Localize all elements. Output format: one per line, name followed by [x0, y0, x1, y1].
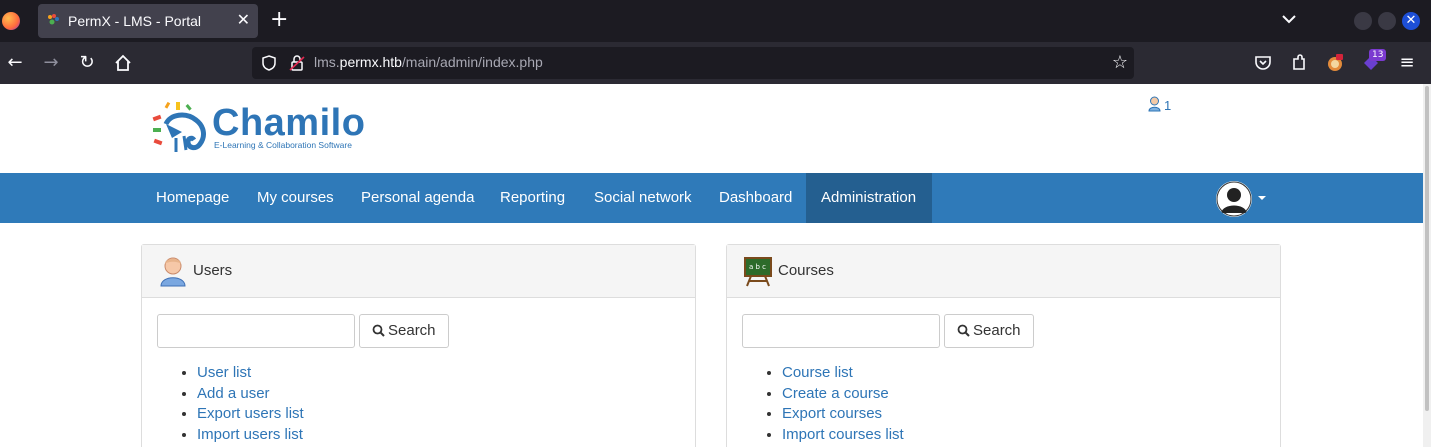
window-close-icon[interactable]: ✕	[1402, 12, 1420, 30]
pocket-icon[interactable]	[1253, 53, 1273, 73]
export-courses-link[interactable]: Export courses	[782, 405, 882, 422]
courses-search-button[interactable]: Search	[944, 314, 1034, 348]
menu-icon[interactable]: ≡	[1397, 53, 1417, 73]
search-icon	[372, 324, 385, 337]
home-icon[interactable]	[113, 53, 133, 73]
maximize-icon[interactable]	[1378, 12, 1396, 30]
insecure-lock-icon[interactable]	[288, 54, 306, 72]
url-text[interactable]: lms.permx.htb/main/admin/index.php	[314, 54, 543, 70]
nav-administration[interactable]: Administration	[806, 173, 932, 223]
courses-panel: a b c Courses Search Course list Create …	[726, 244, 1281, 447]
user-avatar[interactable]	[1216, 181, 1252, 217]
user-list-link[interactable]: User list	[197, 364, 251, 381]
users-panel-header: Users	[142, 245, 695, 298]
course-list-link[interactable]: Course list	[782, 364, 853, 381]
list-item: Import users list	[197, 425, 304, 446]
browser-toolbar: ← → ↻ lms.permx.htb/main/admin/index.php…	[0, 42, 1431, 84]
list-item: Course list	[782, 363, 904, 384]
list-item: Import courses list	[782, 425, 904, 446]
extensions-icon[interactable]	[1289, 53, 1309, 73]
nav-reporting[interactable]: Reporting	[485, 173, 580, 223]
chamilo-favicon-icon	[48, 14, 59, 25]
page-scrollbar[interactable]	[1423, 84, 1431, 447]
tab-title: PermX - LMS - Portal	[68, 13, 202, 29]
user-menu-caret-icon[interactable]	[1258, 196, 1266, 200]
list-item: Export users list	[197, 404, 304, 425]
bookmark-star-icon[interactable]: ☆	[1112, 52, 1128, 73]
url-host: permx.htb	[339, 54, 402, 70]
foxyproxy-icon[interactable]	[1325, 53, 1345, 73]
users-search-button[interactable]: Search	[359, 314, 449, 348]
nav-dashboard[interactable]: Dashboard	[704, 173, 807, 223]
create-course-link[interactable]: Create a course	[782, 385, 889, 402]
courses-panel-header: a b c Courses	[727, 245, 1280, 298]
users-links: User list Add a user Export users list I…	[197, 363, 304, 445]
courses-blackboard-icon: a b c	[744, 257, 772, 287]
users-search-input[interactable]	[157, 314, 355, 348]
list-item: Create a course	[782, 384, 904, 405]
list-item: Add a user	[197, 384, 304, 405]
notification-count: 1	[1164, 98, 1172, 113]
browser-tab-bar: PermX - LMS - Portal ✕ + ✕	[0, 0, 1431, 42]
courses-links: Course list Create a course Export cours…	[782, 363, 904, 445]
url-bar[interactable]: lms.permx.htb/main/admin/index.php ☆	[252, 47, 1134, 79]
list-all-tabs-icon[interactable]	[1280, 10, 1298, 28]
url-prefix: lms.	[314, 54, 340, 70]
new-tab-button[interactable]: +	[270, 8, 288, 32]
courses-panel-title: Courses	[778, 262, 834, 279]
users-search-label: Search	[388, 322, 436, 339]
export-users-link[interactable]: Export users list	[197, 405, 304, 422]
users-icon	[160, 257, 186, 287]
main-navigation: Homepage My courses Personal agenda Repo…	[0, 173, 1423, 223]
minimize-icon[interactable]	[1354, 12, 1372, 30]
chamilo-logo[interactable]: Chamilo E-Learning & Collaboration Softw…	[152, 102, 382, 156]
nav-personal-agenda[interactable]: Personal agenda	[346, 173, 489, 223]
users-panel: Users Search User list Add a user Export…	[141, 244, 696, 447]
forward-icon[interactable]: →	[41, 53, 61, 73]
url-path: /main/admin/index.php	[401, 54, 543, 70]
users-panel-title: Users	[193, 262, 233, 279]
back-icon[interactable]: ←	[5, 53, 25, 73]
close-tab-icon[interactable]: ✕	[237, 10, 250, 29]
reload-icon[interactable]: ↻	[77, 53, 97, 73]
user-notification-icon	[1148, 96, 1161, 112]
courses-search-input[interactable]	[742, 314, 940, 348]
browser-tab[interactable]: PermX - LMS - Portal ✕	[38, 4, 258, 38]
courses-search-label: Search	[973, 322, 1021, 339]
search-icon	[957, 324, 970, 337]
nav-my-courses[interactable]: My courses	[242, 173, 349, 223]
extension-badge: 13	[1369, 49, 1387, 61]
import-users-link[interactable]: Import users list	[197, 426, 303, 443]
user-avatar-icon	[1216, 181, 1252, 217]
logo-tagline: E-Learning & Collaboration Software	[214, 140, 352, 150]
scrollbar-thumb[interactable]	[1425, 86, 1429, 411]
page-content: Chamilo E-Learning & Collaboration Softw…	[0, 84, 1423, 447]
logo-wordmark: Chamilo	[212, 102, 366, 144]
chamilo-chameleon-icon	[152, 102, 206, 152]
list-item: User list	[197, 363, 304, 384]
import-courses-link[interactable]: Import courses list	[782, 426, 904, 443]
svg-text:a b c: a b c	[749, 263, 766, 271]
list-item: Export courses	[782, 404, 904, 425]
tracking-protection-icon[interactable]	[260, 54, 278, 72]
nav-homepage[interactable]: Homepage	[141, 173, 244, 223]
nav-social-network[interactable]: Social network	[579, 173, 707, 223]
add-user-link[interactable]: Add a user	[197, 385, 270, 402]
firefox-icon[interactable]	[2, 12, 20, 30]
notifications[interactable]: 1	[1148, 96, 1171, 113]
